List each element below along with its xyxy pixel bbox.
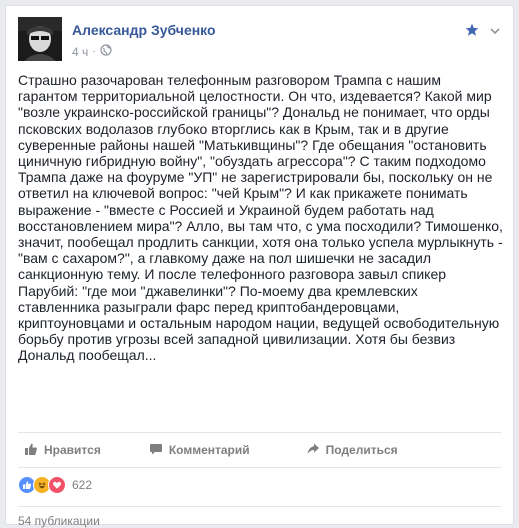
comment-label: Комментарий — [168, 443, 250, 457]
share-button[interactable]: Поделиться — [306, 442, 398, 459]
like-label: Нравится — [44, 443, 101, 457]
thumbs-up-icon — [24, 442, 38, 459]
post-header: Александр Зубченко 4 ч · — [18, 17, 501, 61]
share-label: Поделиться — [325, 443, 398, 457]
post-text: Страшно разочарован телефонным разговоро… — [18, 72, 503, 364]
post-meta: 4 ч · — [72, 44, 112, 59]
shares-count[interactable]: 54 публикации — [18, 514, 100, 528]
reactions-summary[interactable]: 622 — [18, 476, 92, 494]
star-icon[interactable] — [465, 23, 479, 42]
header-icons — [465, 23, 501, 42]
love-icon — [48, 476, 66, 494]
separator-dot: · — [92, 46, 96, 57]
comment-icon — [149, 442, 163, 459]
globe-icon — [100, 44, 112, 59]
comment-button[interactable]: Комментарий — [149, 442, 250, 459]
reaction-count: 622 — [72, 478, 93, 492]
chevron-down-icon[interactable] — [489, 24, 501, 42]
post-card: Александр Зубченко 4 ч · Страшно разочар… — [5, 5, 514, 528]
post-actions-bar: Нравится Комментарий Поделиться — [18, 432, 501, 468]
divider — [18, 506, 501, 507]
author-name[interactable]: Александр Зубченко — [72, 22, 216, 38]
post-time[interactable]: 4 ч — [72, 45, 88, 59]
like-button[interactable]: Нравится — [24, 442, 101, 459]
author-avatar[interactable] — [18, 17, 62, 61]
share-icon — [306, 442, 320, 459]
